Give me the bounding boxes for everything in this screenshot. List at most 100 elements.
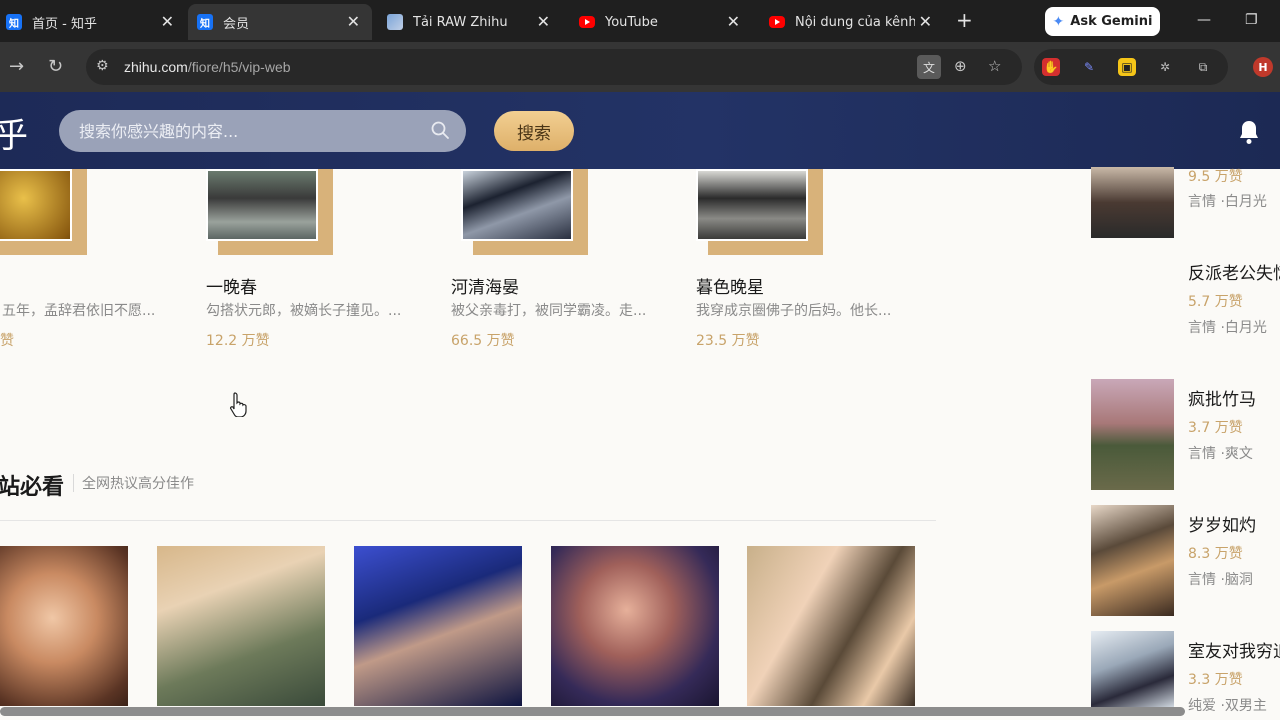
rail-book-cover[interactable] xyxy=(1091,167,1174,238)
zhihu-favicon-icon: 知 xyxy=(197,14,213,30)
new-tab-button[interactable]: + xyxy=(956,10,973,30)
close-icon[interactable]: ✕ xyxy=(347,12,360,31)
tab-label: 首页 - 知乎 xyxy=(32,16,97,32)
book-title: 一晚春 xyxy=(206,278,257,298)
book-cover-portrait[interactable] xyxy=(157,546,325,706)
book-likes: 12.2 万赞 xyxy=(206,333,270,349)
bug-extension-icon[interactable]: ✲ xyxy=(1156,58,1174,76)
book-cover-portrait[interactable] xyxy=(551,546,719,706)
book-cover-portrait[interactable] xyxy=(354,546,522,706)
translate-icon[interactable]: 文 xyxy=(917,55,941,79)
tab-label: 会员 xyxy=(223,16,250,32)
book-desc: 我穿成京圈佛子的后妈。他长... xyxy=(696,303,892,319)
youtube-favicon-icon xyxy=(769,16,785,28)
book-desc: 勾搭状元郎，被嫡长子撞见。... xyxy=(206,303,402,319)
search-box[interactable] xyxy=(59,110,466,152)
book-title: 河清海晏 xyxy=(451,278,519,298)
search-icon[interactable] xyxy=(430,120,450,140)
rail-book-likes: 5.7 万赞 xyxy=(1188,294,1243,310)
book-title: 暮色晚星 xyxy=(696,278,764,298)
restore-button[interactable]: ❐ xyxy=(1245,12,1258,28)
book-cover-image xyxy=(461,169,573,241)
main-content: 五年，孟辞君依旧不愿... 赞 一晚春 勾搭状元郎，被嫡长子撞见。... 12.… xyxy=(0,167,1280,720)
browser-toolbar: → ↻ ⚙ zhihu.com/fiore/h5/vip-web 文 ⊕ ☆ ✋… xyxy=(0,42,1280,92)
puzzle-extensions-icon[interactable]: ⧉ xyxy=(1194,58,1212,76)
rail-book-title[interactable]: 岁岁如灼 xyxy=(1188,511,1256,536)
address-bar[interactable]: ⚙ zhihu.com/fiore/h5/vip-web 文 ⊕ ☆ xyxy=(86,49,1022,85)
book-cover-portrait[interactable] xyxy=(747,546,915,706)
section-title: 站必看 xyxy=(0,475,65,500)
book-card[interactable]: 河清海晏 被父亲毒打，被同学霸凌。走... 66.5 万赞 xyxy=(451,169,681,369)
rail-book-likes: 3.3 万赞 xyxy=(1188,672,1243,688)
close-icon[interactable]: ✕ xyxy=(537,12,550,31)
minimize-button[interactable]: — xyxy=(1197,12,1211,28)
book-likes: 23.5 万赞 xyxy=(696,333,760,349)
close-icon[interactable]: ✕ xyxy=(727,12,740,31)
site-header: 乎 搜索 xyxy=(0,92,1280,169)
rail-book-cover[interactable] xyxy=(1091,379,1174,490)
rail-book-title[interactable]: 疯批竹马 xyxy=(1188,385,1256,410)
profile-avatar[interactable]: H xyxy=(1253,57,1273,77)
tab-vip[interactable]: 知 会员 ✕ xyxy=(188,4,372,40)
book-cover-image xyxy=(696,169,808,241)
url-host: zhihu.com xyxy=(124,59,188,75)
browser-tab-strip: 知 首页 - 知乎 ✕ 知 会员 ✕ Tải RAW Zhihu ✕ YouTu… xyxy=(0,0,1280,42)
tab-label: Tải RAW Zhihu xyxy=(413,14,508,30)
youtube-favicon-icon xyxy=(579,16,595,28)
rail-book-likes: 3.7 万赞 xyxy=(1188,420,1243,436)
book-cover-image xyxy=(0,169,72,241)
screen: 知 首页 - 知乎 ✕ 知 会员 ✕ Tải RAW Zhihu ✕ YouTu… xyxy=(0,0,1280,720)
rail-book-tags: 纯爱 ·双男主 xyxy=(1188,698,1267,714)
book-card[interactable]: 五年，孟辞君依旧不愿... 赞 xyxy=(0,169,182,369)
horizontal-scrollbar[interactable] xyxy=(0,707,1185,716)
tab-label: Nội dung của kênh xyxy=(795,14,915,30)
section-subtitle: 全网热议高分佳作 xyxy=(82,476,194,492)
book-desc: 被父亲毒打，被同学霸凌。走... xyxy=(451,303,647,319)
extensions-area: ✋ ✎ ▣ ✲ ⧉ xyxy=(1034,49,1228,85)
book-cover-portrait[interactable] xyxy=(0,546,128,706)
bookmark-star-icon[interactable]: ☆ xyxy=(988,57,1001,75)
hand-cursor-icon xyxy=(230,392,247,417)
tab-youtube[interactable]: YouTube ✕ xyxy=(568,4,752,40)
book-desc: 五年，孟辞君依旧不愿... xyxy=(2,303,156,319)
rail-book-title[interactable]: 室友对我穷追 xyxy=(1188,637,1280,662)
book-card[interactable]: 暮色晚星 我穿成京圈佛子的后妈。他长... 23.5 万赞 xyxy=(696,169,926,369)
gemini-label: Ask Gemini xyxy=(1070,14,1153,29)
adblock-extension-icon[interactable]: ✋ xyxy=(1042,58,1060,76)
book-likes: 赞 xyxy=(0,333,14,349)
bell-icon[interactable] xyxy=(1237,119,1261,145)
forward-icon[interactable]: → xyxy=(9,56,24,77)
zoom-icon[interactable]: ⊕ xyxy=(954,57,967,75)
tab-youtube-channel[interactable]: Nội dung của kênh ✕ xyxy=(758,4,944,40)
close-icon[interactable]: ✕ xyxy=(161,12,174,31)
book-cover-image xyxy=(206,169,318,241)
book-likes: 66.5 万赞 xyxy=(451,333,515,349)
section-divider xyxy=(73,474,74,492)
rail-book-tags: 言情 ·脑洞 xyxy=(1188,572,1253,588)
tab-zhihu-home[interactable]: 知 首页 - 知乎 ✕ xyxy=(0,4,186,40)
book-cover xyxy=(696,169,826,256)
tab-tai-raw[interactable]: Tải RAW Zhihu ✕ xyxy=(378,4,562,40)
rail-book-title[interactable]: 反派老公失忆 xyxy=(1188,259,1280,284)
divider xyxy=(0,520,936,521)
close-icon[interactable]: ✕ xyxy=(919,12,932,31)
url-text[interactable]: zhihu.com/fiore/h5/vip-web xyxy=(124,59,291,75)
yellow-extension-icon[interactable]: ▣ xyxy=(1118,58,1136,76)
gemini-sparkle-icon: ✦ xyxy=(1052,13,1065,30)
book-card[interactable]: 一晚春 勾搭状元郎，被嫡长子撞见。... 12.2 万赞 xyxy=(206,169,436,369)
site-info-icon[interactable]: ⚙ xyxy=(96,58,109,74)
zhihu-logo[interactable]: 乎 xyxy=(0,108,28,157)
rail-book-cover[interactable] xyxy=(1091,505,1174,616)
search-input[interactable] xyxy=(79,120,419,142)
rail-book-cover[interactable] xyxy=(1091,631,1174,707)
rail-book-tags: 言情 ·爽文 xyxy=(1188,446,1253,462)
reload-icon[interactable]: ↻ xyxy=(48,56,63,77)
book-cover xyxy=(0,169,87,256)
pen-extension-icon[interactable]: ✎ xyxy=(1080,58,1098,76)
rail-book-likes: 9.5 万赞 xyxy=(1188,169,1243,185)
rail-book-likes: 8.3 万赞 xyxy=(1188,546,1243,562)
url-path: /fiore/h5/vip-web xyxy=(187,59,291,75)
tab-label: YouTube xyxy=(605,14,658,30)
search-button[interactable]: 搜索 xyxy=(494,111,574,151)
ask-gemini-button[interactable]: ✦ Ask Gemini xyxy=(1045,7,1160,36)
